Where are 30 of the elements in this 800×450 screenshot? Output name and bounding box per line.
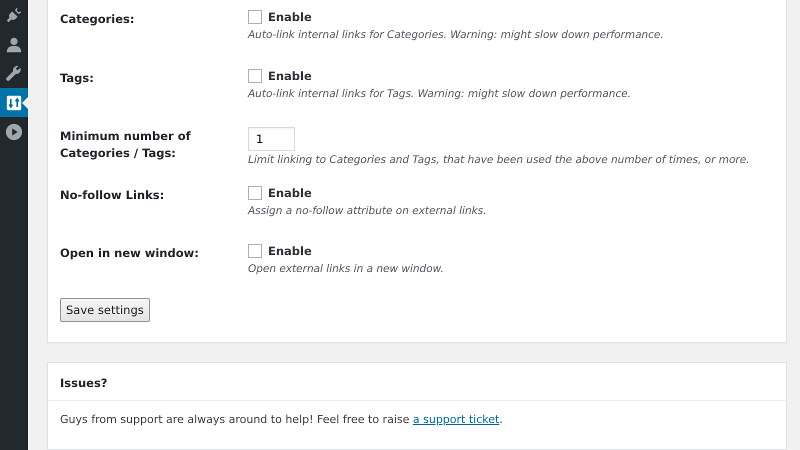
- setting-description: Auto-link internal links for Categories. Warning: might slow down performance.: [248, 28, 664, 43]
- play-icon: [5, 122, 23, 140]
- setting-label: Open in new window:: [60, 245, 200, 262]
- setting-label: Categories:: [60, 11, 136, 28]
- settings-icon: [6, 94, 22, 110]
- plug-icon: [5, 6, 23, 24]
- checkbox[interactable]: [248, 186, 262, 200]
- setting-label: No-follow Links:: [60, 186, 166, 204]
- sidebar-item[interactable]: [0, 88, 28, 117]
- checkbox[interactable]: [248, 68, 262, 82]
- checkbox-label[interactable]: Enable: [268, 68, 312, 82]
- save-button[interactable]: Save settings: [60, 298, 150, 322]
- checkbox[interactable]: [248, 10, 262, 24]
- checkbox-label[interactable]: Enable: [268, 186, 312, 200]
- card-title: Issues?: [60, 376, 108, 390]
- setting-description: Limit linking to Categories and Tags, that have been used the above number of times, or more.: [248, 153, 750, 168]
- setting-label: Minimum number of Categories / Tags:: [60, 128, 192, 162]
- support-ticket-link[interactable]: a support ticket: [412, 412, 500, 426]
- checkbox-label[interactable]: Enable: [268, 10, 312, 24]
- wrench-icon: [5, 64, 23, 82]
- support-text: Guys from support are always around to help! Feel free to raise a support ticket.: [59, 412, 504, 428]
- checkbox-label[interactable]: Enable: [268, 244, 312, 258]
- setting-description: Assign a no-follow attribute on external links.: [248, 204, 486, 218]
- setting-description: Open external links in a new window.: [248, 262, 444, 277]
- setting-label: Tags:: [60, 70, 95, 86]
- active-pointer-icon: [22, 97, 28, 109]
- number-field[interactable]: 1: [248, 127, 295, 151]
- setting-description: Auto-link internal links for Tags. Warning: might slow down performance.: [248, 86, 632, 102]
- user-icon: [5, 36, 23, 54]
- checkbox[interactable]: [248, 244, 262, 258]
